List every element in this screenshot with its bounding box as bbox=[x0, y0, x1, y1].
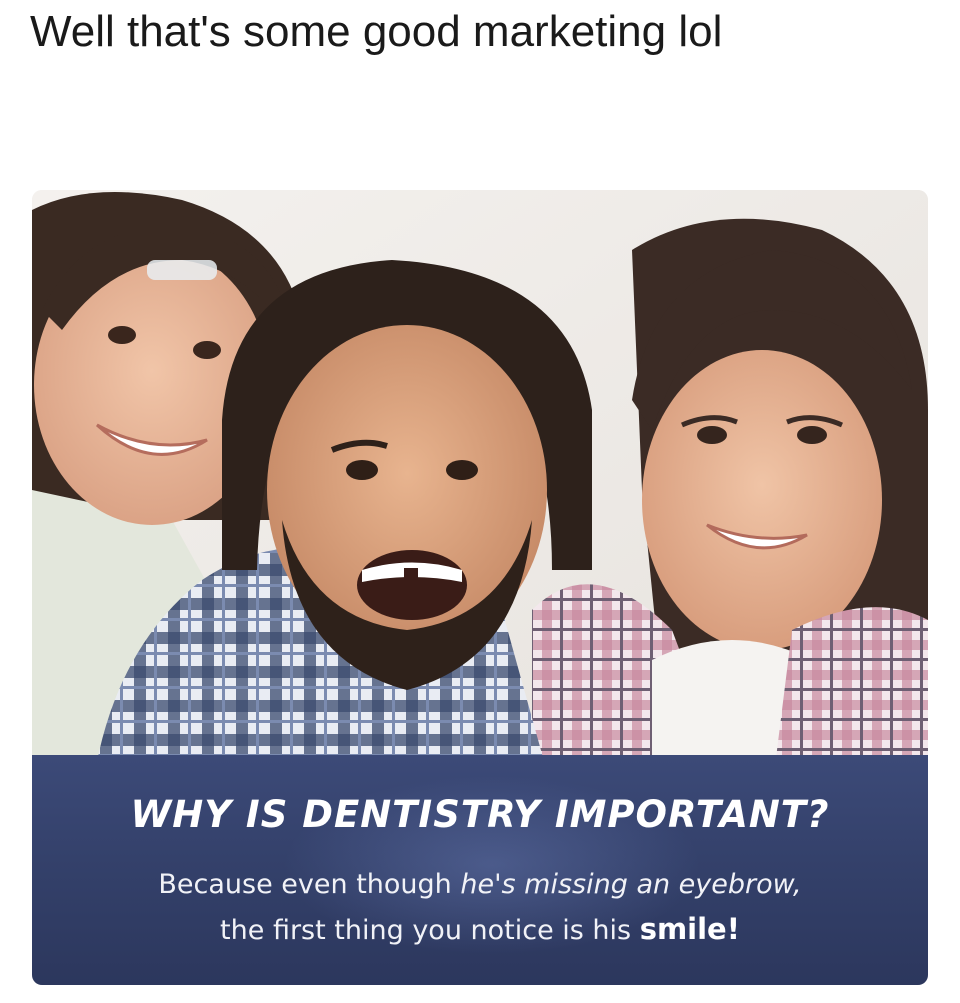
ad-headline: WHY IS DENTISTRY IMPORTANT? bbox=[130, 793, 830, 836]
family-photo bbox=[32, 190, 928, 790]
ad-body-line1-b: he's missing an eyebrow, bbox=[460, 869, 802, 900]
ad-body-line1-a: Because even though bbox=[158, 869, 461, 900]
ad-body-line2-b: smile! bbox=[639, 912, 740, 946]
ad-body-text: Because even though he's missing an eyeb… bbox=[32, 863, 928, 953]
post-caption: Well that's some good marketing lol bbox=[30, 7, 723, 56]
ad-body-line2-a: the first thing you notice is his bbox=[220, 915, 640, 946]
advertisement-image: WHY IS DENTISTRY IMPORTANT? Because even… bbox=[32, 190, 928, 985]
ad-banner: WHY IS DENTISTRY IMPORTANT? Because even… bbox=[32, 755, 928, 985]
